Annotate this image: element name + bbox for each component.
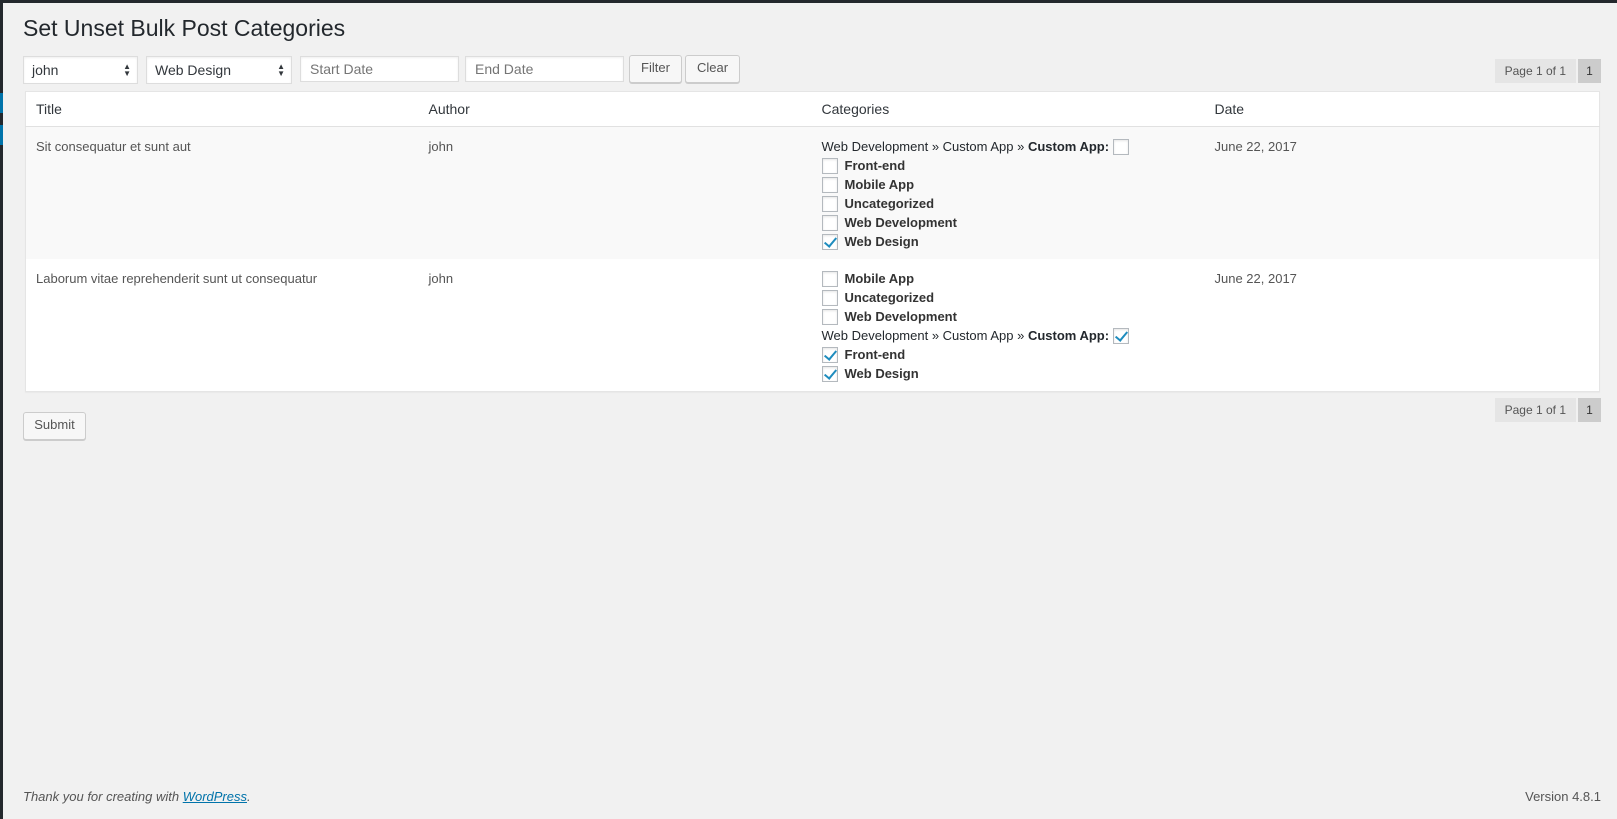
- post-author: john: [428, 271, 454, 286]
- category-checkbox[interactable]: [821, 270, 838, 287]
- category-label: Web Design: [844, 366, 919, 381]
- category-item: Uncategorized: [821, 194, 1195, 213]
- category-label: Front-end: [844, 347, 906, 362]
- category-label: Web Development: [844, 309, 957, 324]
- category-checkbox[interactable]: [821, 176, 838, 193]
- sidebar-active-indicator: [0, 93, 3, 113]
- filter-bar: john ▲▼ Web Design ▲▼ Filter Clear: [23, 54, 1601, 86]
- footer-thanks: Thank you for creating with WordPress.: [23, 789, 251, 804]
- wordpress-link[interactable]: WordPress: [183, 789, 247, 804]
- column-header-author: Author: [418, 91, 812, 127]
- column-header-date: Date: [1204, 91, 1600, 127]
- category-label: Uncategorized: [844, 290, 935, 305]
- submit-button[interactable]: Submit: [23, 412, 86, 440]
- category-path-line: Web Development » Custom App » Custom Ap…: [822, 137, 1195, 156]
- category-item: Front-end: [821, 345, 1195, 364]
- category-checkbox-checked[interactable]: [821, 233, 838, 250]
- category-checkbox[interactable]: [821, 289, 838, 306]
- footer-thanks-prefix: Thank you for creating with: [23, 789, 183, 804]
- end-date-input[interactable]: [465, 56, 624, 82]
- post-date: June 22, 2017: [1214, 271, 1297, 286]
- post-date: June 22, 2017: [1204, 126, 1600, 259]
- page-number-button[interactable]: 1: [1578, 398, 1601, 422]
- post-categories: Web Development » Custom App » Custom Ap…: [811, 126, 1205, 259]
- table-row: Sit consequatur et sunt aut john Web Dev…: [25, 126, 1600, 259]
- category-checkbox[interactable]: [1113, 138, 1130, 155]
- category-checkbox[interactable]: [821, 157, 838, 174]
- category-label: Front-end: [844, 158, 906, 173]
- category-path-leaf: Custom App:: [1027, 139, 1110, 154]
- sidebar-active-indicator: [0, 125, 3, 145]
- category-path: Web Development » Custom App » Custom Ap…: [822, 137, 1110, 156]
- category-item: Web Development: [821, 213, 1195, 232]
- page-wrap: Set Unset Bulk Post Categories john ▲ ▼ W…: [23, 3, 1601, 440]
- filter-button[interactable]: Filter: [629, 55, 682, 83]
- category-checkbox[interactable]: [821, 195, 838, 212]
- category-label: Web Development: [844, 215, 957, 230]
- page-number-button[interactable]: 1: [1578, 59, 1601, 83]
- category-item: Web Design: [821, 364, 1195, 383]
- category-select[interactable]: Web Design ▲ ▼: [146, 56, 292, 84]
- table-header-row: Title Author Categories Date: [25, 91, 1600, 127]
- category-path-prefix: Web Development » Custom App »: [821, 328, 1028, 343]
- author-select[interactable]: john ▲ ▼: [23, 56, 138, 84]
- category-path: Web Development » Custom App » Custom Ap…: [822, 326, 1110, 345]
- category-label: Mobile App: [844, 271, 915, 286]
- clear-button[interactable]: Clear: [685, 55, 740, 83]
- category-label: Web Design: [844, 234, 919, 249]
- category-item: Uncategorized: [821, 288, 1195, 307]
- category-label: Uncategorized: [844, 196, 935, 211]
- pagination-top: Page 1 of 1 1: [1494, 59, 1601, 83]
- post-title: Sit consequatur et sunt aut: [25, 126, 419, 259]
- admin-sidebar-edge: [0, 0, 3, 819]
- category-label: Mobile App: [844, 177, 915, 192]
- category-path-line: Web Development » Custom App » Custom Ap…: [822, 326, 1195, 345]
- select-arrows-icon: ▲ ▼: [123, 62, 131, 78]
- table-row: Laborum vitae reprehenderit sunt ut cons…: [26, 259, 1600, 392]
- category-path-leaf: Custom App:: [1027, 328, 1110, 343]
- category-checkbox[interactable]: [821, 308, 838, 325]
- author-select-value: john: [32, 62, 59, 78]
- column-header-categories: Categories: [811, 91, 1205, 127]
- page-title: Set Unset Bulk Post Categories: [23, 15, 346, 41]
- category-item: Web Design: [821, 232, 1195, 251]
- category-item: Mobile App: [821, 175, 1195, 194]
- category-item: Web Development: [821, 307, 1195, 326]
- pagination-bottom: Page 1 of 1 1: [1494, 398, 1601, 422]
- category-checkbox-checked[interactable]: [821, 346, 838, 363]
- post-author: john: [418, 126, 812, 259]
- column-header-title: Title: [25, 91, 419, 127]
- category-select-value: Web Design: [155, 62, 232, 78]
- category-path-prefix: Web Development » Custom App »: [821, 139, 1028, 154]
- category-checkbox-checked[interactable]: [821, 365, 838, 382]
- footer-version: Version 4.8.1: [1525, 789, 1601, 804]
- pagination-info: Page 1 of 1: [1494, 398, 1576, 422]
- category-item: Front-end: [821, 156, 1195, 175]
- category-checkbox[interactable]: [821, 214, 838, 231]
- pagination-info: Page 1 of 1: [1494, 59, 1576, 83]
- category-checkbox-checked[interactable]: [1113, 327, 1130, 344]
- select-arrows-icon: ▲ ▼: [277, 62, 285, 78]
- post-categories: Mobile App Uncategorized Web Development…: [812, 259, 1205, 392]
- start-date-input[interactable]: [300, 56, 459, 82]
- post-title: Laborum vitae reprehenderit sunt ut cons…: [36, 271, 318, 286]
- posts-table: Title Author Categories Date Sit consequ…: [25, 91, 1600, 392]
- footer-thanks-suffix: .: [247, 789, 251, 804]
- category-item: Mobile App: [821, 269, 1195, 288]
